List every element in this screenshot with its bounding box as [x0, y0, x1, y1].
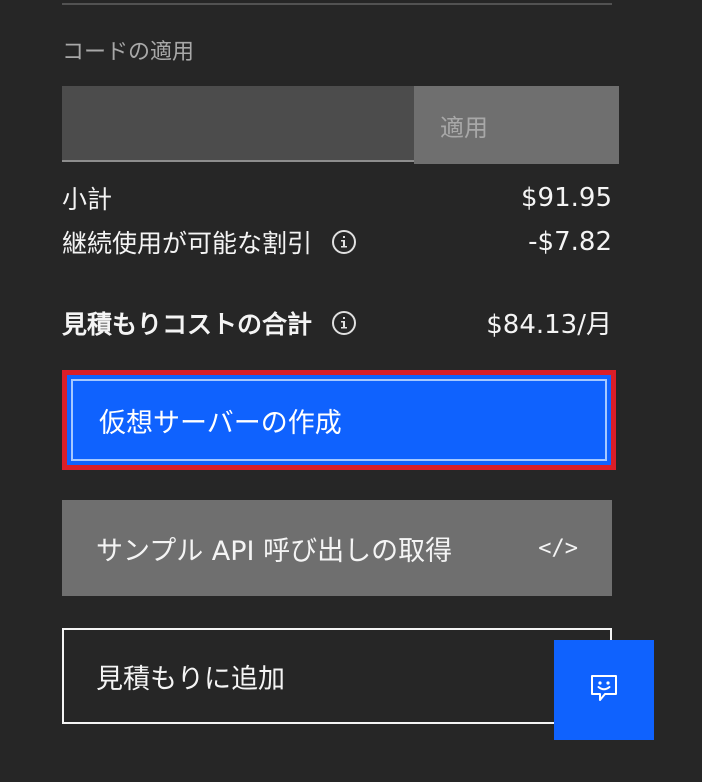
code-icon: </>	[538, 535, 578, 561]
add-to-estimate-label: 見積もりに追加	[96, 663, 285, 695]
discount-value: -$7.82	[528, 227, 612, 257]
info-icon[interactable]	[332, 310, 357, 335]
subtotal-label: 小計	[62, 185, 113, 214]
create-virtual-server-button[interactable]: 仮想サーバーの作成	[62, 370, 616, 470]
code-apply-label: コードの適用	[62, 40, 195, 65]
total-label: 見積もりコストの合計	[62, 309, 313, 339]
total-label-group: 見積もりコストの合計	[62, 305, 357, 341]
get-sample-api-call-button[interactable]: サンプル API 呼び出しの取得 </>	[62, 500, 612, 596]
apply-code-button[interactable]: 適用	[414, 86, 619, 164]
discount-row: 継続使用が可能な割引 -$7.82	[62, 224, 612, 260]
discount-label-group: 継続使用が可能な割引	[62, 224, 357, 260]
subtotal-row: 小計 $91.95	[62, 180, 612, 216]
info-icon[interactable]	[332, 230, 357, 254]
add-to-estimate-button[interactable]: 見積もりに追加	[62, 628, 612, 724]
code-input[interactable]	[62, 86, 414, 162]
cost-estimate-panel: コードの適用 適用 小計 $91.95 継続使用が可能な割引 -$7.82 見積…	[0, 0, 702, 782]
chat-bot-button[interactable]	[554, 640, 654, 740]
total-row: 見積もりコストの合計 $84.13/月	[62, 304, 612, 341]
discount-label: 継続使用が可能な割引	[62, 229, 313, 258]
get-sample-api-call-label: サンプル API 呼び出しの取得	[96, 535, 453, 567]
divider	[62, 3, 612, 5]
total-value: $84.13/月	[486, 310, 612, 340]
create-virtual-server-label: 仮想サーバーの作成	[71, 379, 607, 461]
subtotal-value: $91.95	[521, 183, 612, 213]
chat-bot-icon	[589, 673, 619, 707]
